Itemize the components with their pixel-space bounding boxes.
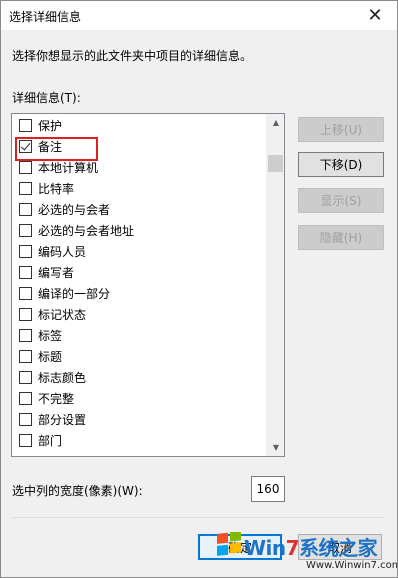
watermark-site: Www.Winwin7.com xyxy=(306,560,398,571)
checkbox[interactable] xyxy=(19,434,32,447)
checkbox[interactable] xyxy=(19,329,32,342)
move-up-button[interactable]: 上移(U) xyxy=(298,117,384,142)
column-width-input[interactable]: 160 xyxy=(251,476,285,502)
title-bar: 选择详细信息 ✕ xyxy=(0,0,398,31)
details-listbox[interactable]: 保护备注本地计算机比特率必选的与会者必选的与会者地址 编码人员编写者编译的一部分标… xyxy=(11,113,285,457)
list-item[interactable]: 不完整 xyxy=(12,388,266,409)
list-item-label: 保护 xyxy=(38,119,63,133)
checkbox[interactable] xyxy=(19,224,32,237)
list-item-label: 本地计算机 xyxy=(38,161,99,175)
list-item[interactable]: 标签 xyxy=(12,325,266,346)
list-item-label: 部分设置 xyxy=(38,413,87,427)
move-down-button[interactable]: 下移(D) xyxy=(298,152,384,177)
list-item-label: 必选的与会者 xyxy=(38,203,111,217)
list-item[interactable]: 编写者 xyxy=(12,262,266,283)
list-scrollbar[interactable]: ▲ ▼ xyxy=(266,114,284,456)
list-item-label: 标记状态 xyxy=(38,308,87,322)
show-button[interactable]: 显示(S) xyxy=(298,188,384,213)
column-width-label: 选中列的宽度(像素)(W): xyxy=(12,484,143,498)
list-item[interactable]: 保护 xyxy=(12,115,266,136)
checkbox[interactable] xyxy=(19,161,32,174)
list-item[interactable]: 比特率 xyxy=(12,178,266,199)
list-item-label: 编码人员 xyxy=(38,245,87,259)
list-item[interactable]: 部门 xyxy=(12,430,266,451)
list-item-label: 编写者 xyxy=(38,266,75,280)
hide-button[interactable]: 隐藏(H) xyxy=(298,225,384,250)
list-item-label: 部门 xyxy=(38,434,63,448)
close-icon[interactable]: ✕ xyxy=(352,0,398,31)
checkbox[interactable] xyxy=(19,308,32,321)
list-item-label: 必选的与会者地址 xyxy=(38,224,135,238)
list-item[interactable]: 标记状态 xyxy=(12,304,266,325)
checkbox[interactable] xyxy=(19,287,32,300)
divider xyxy=(12,517,384,518)
details-list-label: 详细信息(T): xyxy=(12,91,81,105)
checkbox-checked[interactable] xyxy=(19,140,32,153)
checkbox[interactable] xyxy=(19,371,32,384)
list-item-label: 比特率 xyxy=(38,182,75,196)
list-item[interactable]: 本地计算机 xyxy=(12,157,266,178)
description-text: 选择你想显示的此文件夹中项目的详细信息。 xyxy=(12,49,253,63)
cancel-button[interactable]: 取消 xyxy=(298,534,382,560)
scroll-down-arrow-icon[interactable]: ▼ xyxy=(267,439,284,456)
list-item[interactable]: 编码人员 xyxy=(12,241,266,262)
list-item-label: 备注 xyxy=(38,140,63,154)
list-item[interactable]: 编译的一部分 xyxy=(12,283,266,304)
list-item-label: 标签 xyxy=(38,329,63,343)
list-item[interactable]: 部分设置 xyxy=(12,409,266,430)
list-item[interactable]: 必选的与会者 xyxy=(12,199,266,220)
checkbox[interactable] xyxy=(19,203,32,216)
list-item-label: 编译的一部分 xyxy=(38,287,111,301)
list-item-label: 不完整 xyxy=(38,392,75,406)
list-item[interactable]: 备注 xyxy=(12,136,266,157)
details-items: 保护备注本地计算机比特率必选的与会者必选的与会者地址 编码人员编写者编译的一部分标… xyxy=(12,115,266,451)
list-item-label: 标题 xyxy=(38,350,63,364)
checkbox[interactable] xyxy=(19,413,32,426)
list-item[interactable]: 标题 xyxy=(12,346,266,367)
list-item[interactable]: 标志颜色 xyxy=(12,367,266,388)
checkbox[interactable] xyxy=(19,350,32,363)
checkbox[interactable] xyxy=(19,182,32,195)
checkbox[interactable] xyxy=(19,119,32,132)
list-item-label: 标志颜色 xyxy=(38,371,87,385)
checkbox[interactable] xyxy=(19,392,32,405)
list-item[interactable]: 必选的与会者地址 xyxy=(12,220,266,241)
scroll-thumb[interactable] xyxy=(268,155,283,172)
checkbox[interactable] xyxy=(19,266,32,279)
window-title: 选择详细信息 xyxy=(9,10,82,24)
checkbox[interactable] xyxy=(19,245,32,258)
scroll-up-arrow-icon[interactable]: ▲ xyxy=(267,114,284,131)
ok-button[interactable]: 确定 xyxy=(198,534,282,560)
